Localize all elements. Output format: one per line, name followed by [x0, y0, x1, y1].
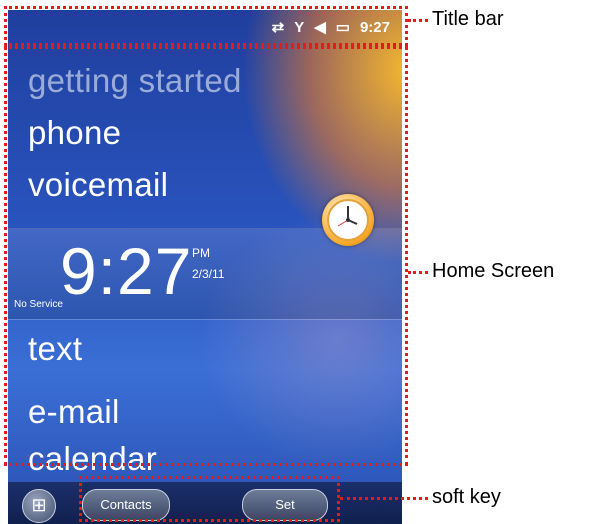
soft-key-leader [340, 497, 428, 500]
home-screen-leader [408, 271, 428, 274]
soft-key-outline [79, 476, 340, 522]
home-screen-outline [4, 46, 408, 466]
soft-key-label: soft key [432, 486, 501, 508]
title-bar-leader [408, 19, 428, 22]
windows-start-icon[interactable]: ⊞ [22, 489, 56, 523]
home-screen-label: Home Screen [432, 260, 555, 282]
title-bar-label: Title bar [432, 8, 504, 30]
title-bar-outline [4, 6, 408, 46]
